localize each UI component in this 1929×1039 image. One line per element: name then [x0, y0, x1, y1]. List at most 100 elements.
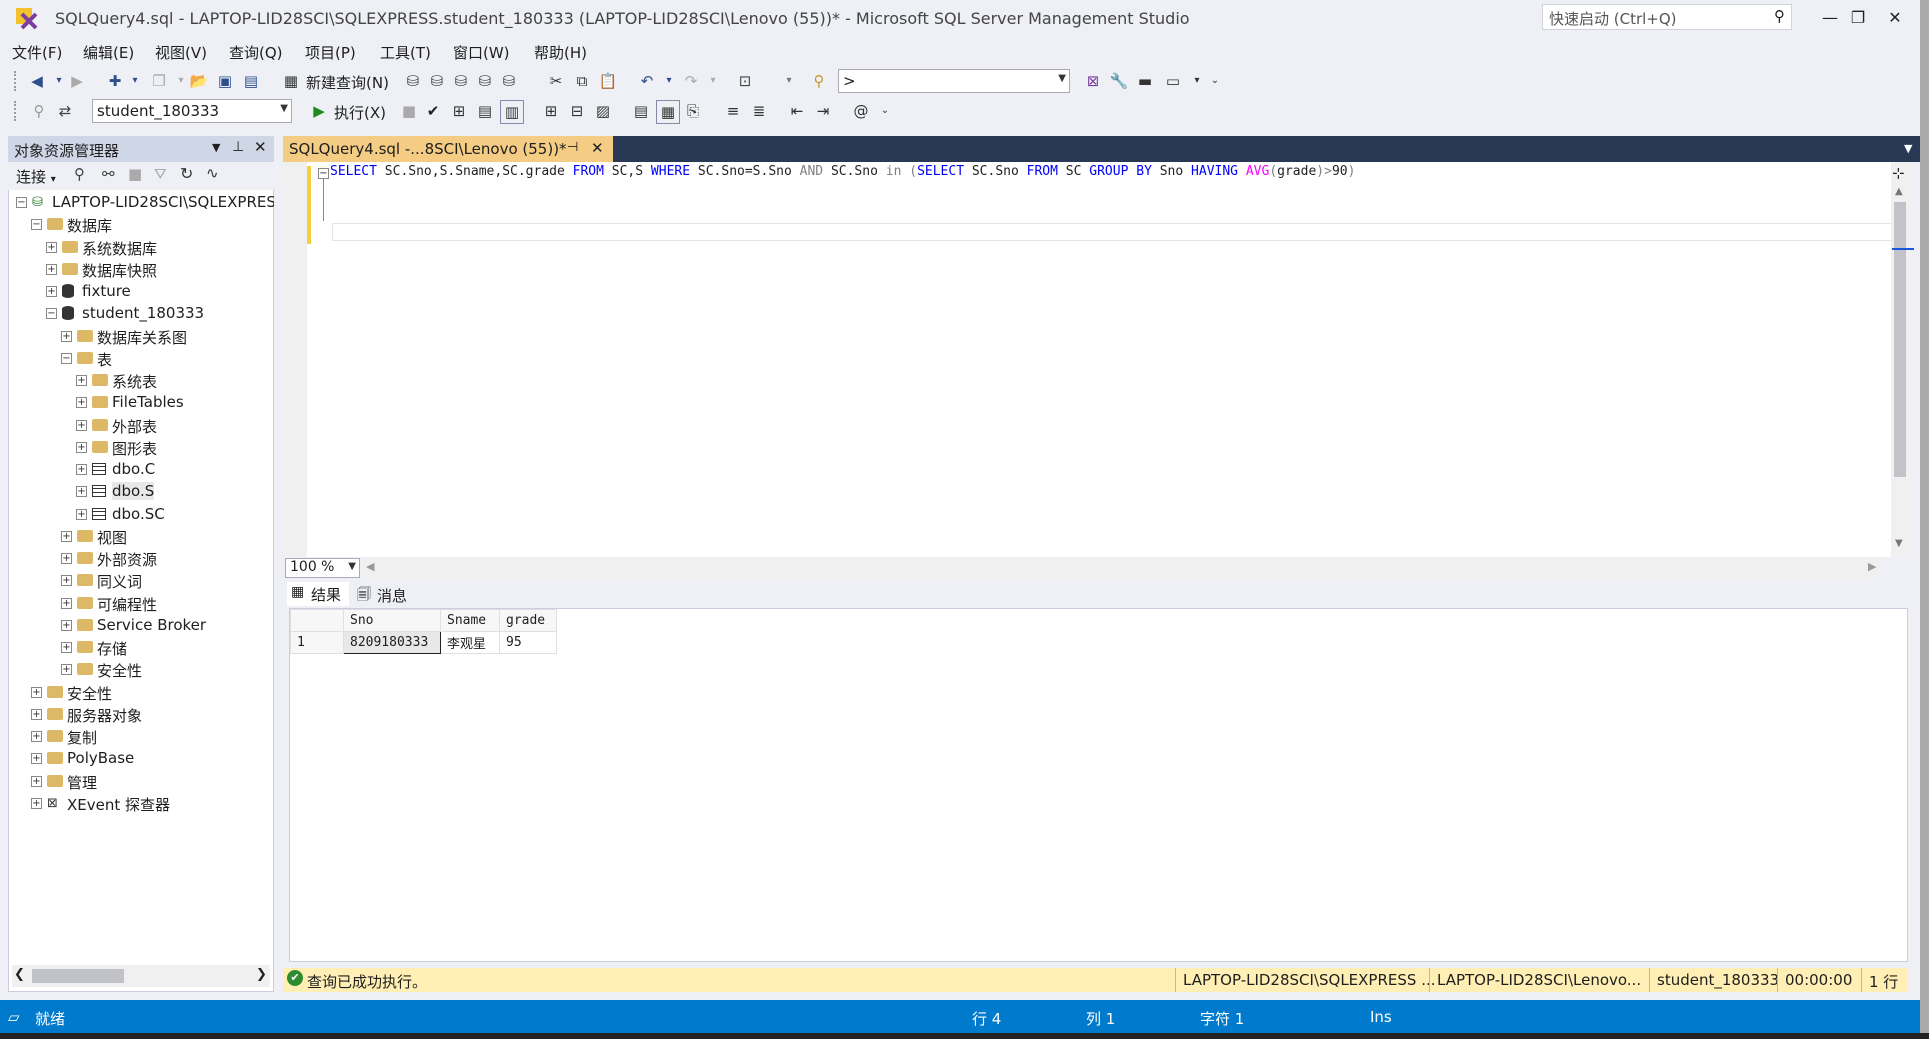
- menu-tools[interactable]: 工具(T): [380, 42, 431, 63]
- scroll-left-icon[interactable]: ◀: [366, 560, 374, 573]
- chevron-down-icon[interactable]: ▾: [778, 70, 800, 92]
- expand-icon[interactable]: +: [76, 464, 87, 475]
- collapse-icon[interactable]: −: [16, 197, 27, 208]
- expand-icon[interactable]: +: [31, 775, 42, 787]
- activity-monitor-icon[interactable]: ⊡: [734, 70, 756, 92]
- expand-icon[interactable]: +: [61, 642, 72, 653]
- object-explorer-hscroll[interactable]: ❮ ❯: [12, 965, 270, 987]
- menu-help[interactable]: 帮助(H): [534, 42, 587, 63]
- sql-editor[interactable]: [283, 162, 1908, 557]
- tree-node[interactable]: − ⛁ LAPTOP-LID28SCI\SQLEXPRESS: [8, 192, 274, 214]
- execute-button[interactable]: 执行(X): [334, 102, 386, 123]
- connect-button[interactable]: 连接 ▾: [16, 166, 56, 187]
- chevron-down-icon[interactable]: ▾: [702, 70, 724, 92]
- cell-sname[interactable]: 李观星: [440, 631, 500, 654]
- results-grid[interactable]: Sno Sname grade 1 8209180333 李观星 95: [289, 608, 1908, 962]
- new-query-icon[interactable]: ▦: [280, 70, 302, 92]
- solution-explorer-icon[interactable]: ⊠: [1082, 70, 1104, 92]
- tree-node[interactable]: − 数据库: [8, 214, 274, 236]
- expand-icon[interactable]: +: [31, 797, 42, 809]
- zoom-select[interactable]: 100 % ▼: [285, 558, 360, 578]
- tree-node[interactable]: + ⊠ XEvent 探查器: [8, 793, 274, 815]
- scrollbar-thumb[interactable]: [32, 969, 124, 983]
- options-icon[interactable]: ▭: [1162, 70, 1184, 92]
- specify-values-icon[interactable]: @: [850, 100, 872, 122]
- expand-icon[interactable]: +: [76, 375, 87, 386]
- refresh-icon[interactable]: ↻: [180, 164, 193, 183]
- scroll-down-icon[interactable]: ▼: [1895, 538, 1903, 549]
- xmla-query-icon[interactable]: ⛁: [474, 70, 496, 92]
- tree-node[interactable]: + 安全性: [8, 682, 274, 704]
- menu-window[interactable]: 窗口(W): [453, 42, 510, 63]
- expand-icon[interactable]: +: [31, 753, 42, 765]
- tree-node[interactable]: + 管理: [8, 771, 274, 793]
- open-file-icon[interactable]: 📂: [188, 70, 210, 92]
- expand-icon[interactable]: +: [61, 619, 72, 631]
- tree-node[interactable]: + 外部资源: [8, 548, 274, 570]
- execute-icon[interactable]: ▶: [308, 100, 330, 122]
- expand-icon[interactable]: +: [46, 241, 57, 253]
- row-header-corner[interactable]: [290, 609, 344, 632]
- save-all-icon[interactable]: ▤: [240, 70, 262, 92]
- change-connection-icon[interactable]: ⇄: [54, 100, 76, 122]
- close-icon[interactable]: ✕: [591, 139, 604, 157]
- query-designer-icon[interactable]: ▤: [474, 100, 496, 122]
- column-header-grade[interactable]: grade: [499, 609, 557, 632]
- expand-icon[interactable]: +: [46, 286, 57, 297]
- menu-view[interactable]: 视图(V): [155, 42, 207, 63]
- uncomment-icon[interactable]: ≣: [748, 100, 770, 122]
- output-window-icon[interactable]: ▱: [8, 1008, 20, 1026]
- scroll-right-icon[interactable]: ❯: [256, 967, 267, 982]
- chevron-down-icon[interactable]: ▼: [280, 103, 288, 114]
- copy-icon[interactable]: ⧉: [571, 70, 593, 92]
- expand-icon[interactable]: +: [61, 575, 72, 587]
- toolbar-grip[interactable]: [14, 101, 20, 121]
- column-header-sno[interactable]: Sno: [343, 609, 441, 632]
- dax-query-icon[interactable]: ⛁: [498, 70, 520, 92]
- display-plan-icon[interactable]: ⊞: [448, 100, 470, 122]
- save-icon[interactable]: ▣: [214, 70, 236, 92]
- menu-query[interactable]: 查询(Q): [229, 42, 283, 63]
- connect-object-icon[interactable]: ⚲: [74, 165, 85, 183]
- collapse-region-icon[interactable]: −: [318, 168, 329, 179]
- undo-icon[interactable]: ↶: [636, 70, 658, 92]
- menu-project[interactable]: 项目(P): [305, 42, 356, 63]
- tree-node[interactable]: + 系统数据库: [8, 237, 274, 259]
- scroll-up-icon[interactable]: ▲: [1895, 186, 1903, 197]
- expand-icon[interactable]: +: [76, 486, 87, 498]
- toolbox-icon[interactable]: ▬: [1134, 70, 1156, 92]
- expand-icon[interactable]: +: [61, 530, 72, 542]
- live-stats-icon[interactable]: ⊟: [566, 100, 588, 122]
- increase-indent-icon[interactable]: ⇥: [812, 100, 834, 122]
- redo-icon[interactable]: ↷: [680, 70, 702, 92]
- editor-vscroll[interactable]: ⊹ ▲ ▼: [1891, 162, 1909, 557]
- cell-grade[interactable]: 95: [499, 631, 557, 654]
- decrease-indent-icon[interactable]: ⇤: [786, 100, 808, 122]
- tree-node[interactable]: + 视图: [8, 526, 274, 548]
- include-plan-icon[interactable]: ⊞: [540, 100, 562, 122]
- quick-launch-input[interactable]: 快速启动 (Ctrl+Q) ⚲: [1542, 4, 1792, 30]
- tree-node[interactable]: + dbo.SC: [8, 504, 274, 526]
- toolbar-overflow-icon[interactable]: ⌄: [1204, 70, 1226, 92]
- tree-node[interactable]: + 系统表: [8, 370, 274, 392]
- scrollbar-thumb[interactable]: [1894, 202, 1906, 477]
- mdx-query-icon[interactable]: ⛁: [426, 70, 448, 92]
- forward-icon[interactable]: ▶: [66, 70, 88, 92]
- expand-icon[interactable]: +: [31, 731, 42, 742]
- expand-icon[interactable]: +: [61, 553, 72, 564]
- split-icon[interactable]: ⊹: [1892, 164, 1905, 182]
- chevron-down-icon[interactable]: ▾: [124, 70, 146, 92]
- tree-node[interactable]: + 数据库快照: [8, 259, 274, 281]
- tree-node[interactable]: + 同义词: [8, 570, 274, 592]
- cut-icon[interactable]: ✂: [545, 70, 567, 92]
- tree-node[interactable]: + 可编程性: [8, 593, 274, 615]
- tree-node[interactable]: + fixture: [8, 281, 274, 303]
- find-combo[interactable]: > ▼: [838, 69, 1070, 93]
- connect-icon[interactable]: ⚲: [28, 100, 50, 122]
- tree-node[interactable]: + PolyBase: [8, 748, 274, 770]
- scroll-right-icon[interactable]: ▶: [1868, 560, 1876, 573]
- new-project-icon[interactable]: ✚: [104, 70, 126, 92]
- add-item-icon[interactable]: ❐: [148, 70, 170, 92]
- collapse-icon[interactable]: −: [46, 308, 57, 320]
- tree-node[interactable]: + dbo.S: [8, 481, 274, 503]
